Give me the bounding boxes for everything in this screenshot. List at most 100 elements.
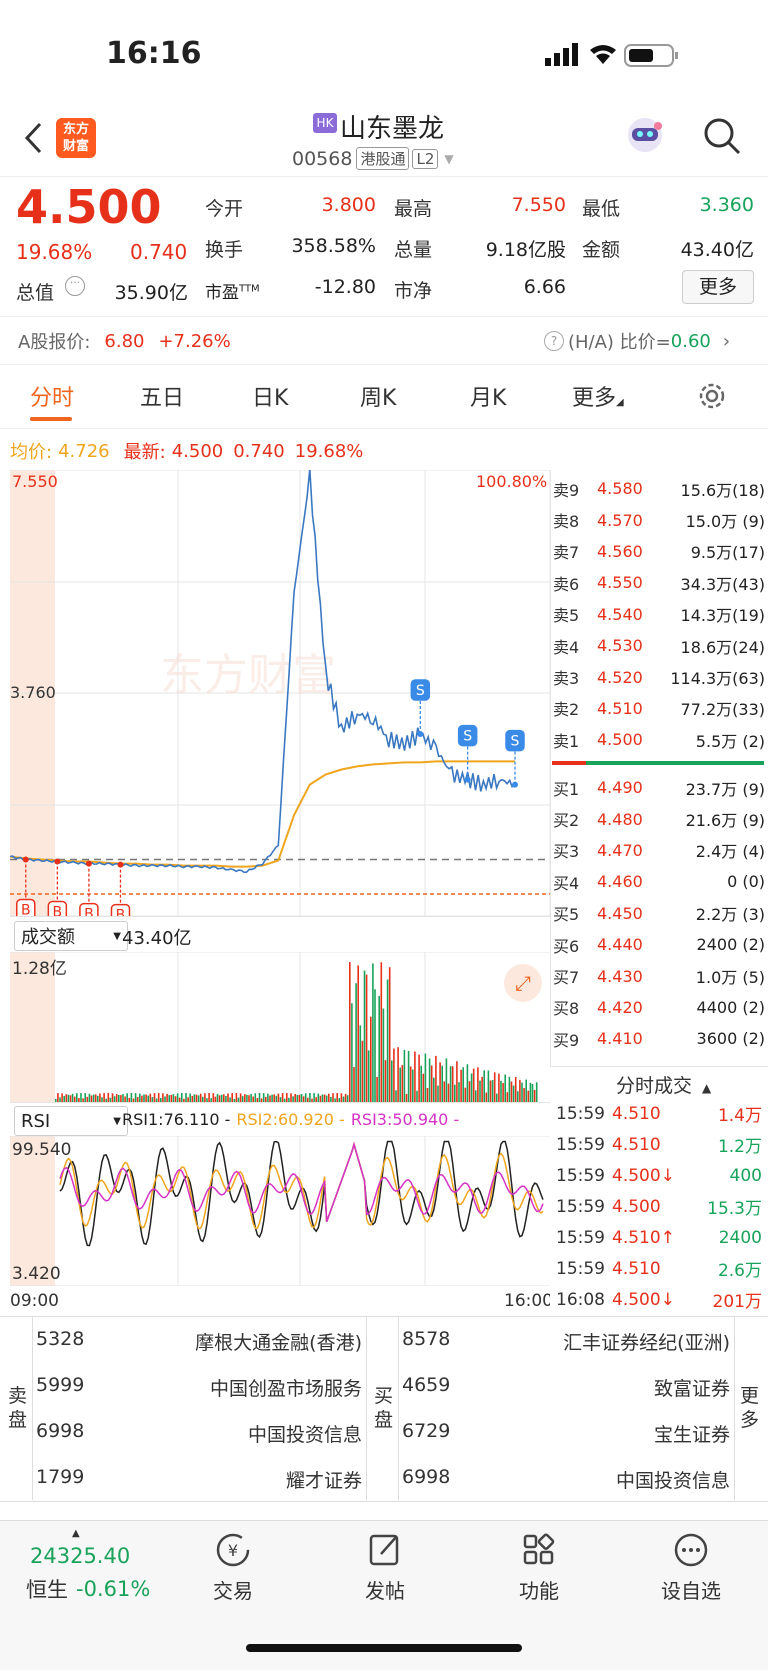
settings-gear-icon[interactable] [696,380,728,412]
broker-name[interactable]: 摩根大通金融(香港) [96,1328,362,1355]
tick-title[interactable]: 分时成交 ▲ [616,1071,711,1098]
ask-row[interactable]: 卖7 4.560 9.5万(17) [553,536,765,567]
volume-bar [395,1090,397,1102]
buy-marker[interactable]: B [110,861,131,916]
more-dots-icon[interactable]: ··· [65,276,85,296]
tab-intraday[interactable]: 分时 [30,380,74,412]
sell-marker[interactable]: S [505,729,525,788]
volume-bar [412,1069,414,1102]
volume-bar [367,1050,370,1102]
ask-row[interactable]: 卖4 4.530 18.6万(24) [553,630,765,661]
change-amount: 0.740 [130,240,188,264]
caret-down-icon: ▼ [113,930,121,942]
ask-row[interactable]: 卖6 4.550 34.3万(43) [553,567,765,598]
broker-name[interactable]: 汇丰证券经纪(亚洲) [462,1328,730,1355]
back-icon[interactable] [22,120,46,156]
ask-row[interactable]: 卖3 4.520 114.3万(63) [553,661,765,692]
volume-bar [304,1093,307,1102]
app-logo: 东方 财富 [56,118,96,158]
broker-code: 8578 [402,1328,451,1350]
nav-post[interactable]: 发帖 [340,1530,430,1604]
volume-bar [346,1095,349,1102]
stock-code-row[interactable]: 00568 港股通 L2 ▼ [292,147,454,170]
broker-name[interactable]: 致富证券 [462,1374,730,1401]
tab-monthly-k[interactable]: 月K [470,380,506,412]
volume-bar [115,1094,118,1102]
index-value[interactable]: 24325.40 [30,1544,130,1568]
ask-row[interactable]: 卖5 4.540 14.3万(19) [553,599,765,630]
bid-row[interactable]: 买4 4.460 0 (0) [553,866,765,897]
bid-price: 4.420 [597,997,643,1017]
buy-marker[interactable]: B [79,860,99,916]
volume-bar [273,1094,275,1102]
indicator-selector[interactable]: RSI ▼ [14,1106,128,1136]
ask-row[interactable]: 卖1 4.500 5.5万 (2) [553,724,765,755]
nav-trade[interactable]: ¥ 交易 [188,1530,278,1604]
tick-row: 15:59 4.510 1.2万 [556,1134,762,1158]
bid-row[interactable]: 买1 4.490 23.7万 (9) [553,772,765,803]
open-value: 3.800 [321,194,376,216]
volume-bar [69,1095,72,1102]
volume-bar [512,1085,515,1102]
volume-bar [84,1093,86,1102]
broker-name[interactable]: 中国投资信息 [96,1420,362,1447]
volume-bar [294,1094,296,1102]
sell-marker[interactable]: S [410,679,431,738]
volume-bar [193,1094,196,1102]
volume-bar [244,1094,246,1102]
pe-value: -12.80 [314,276,376,298]
bid-row[interactable]: 买7 4.430 1.0万 (5) [553,960,765,991]
more-button[interactable]: 更多 [682,270,754,304]
amount-value: 43.40亿 [680,239,754,261]
nav-function[interactable]: 功能 [494,1530,584,1604]
ask-volume: 18.6万(24) [680,637,765,657]
volume-bar [449,1066,452,1102]
search-icon[interactable] [702,116,742,156]
volume-bar [300,1094,303,1102]
divider [0,428,768,429]
broker-more-button[interactable]: 更 多 [740,1384,759,1432]
bid-row[interactable]: 买3 4.470 2.4万 (4) [553,835,765,866]
ask-row[interactable]: 卖9 4.580 15.6万(18) [553,473,765,504]
volume-bar [424,1053,427,1102]
volume-bar [527,1090,530,1102]
volume-bar [514,1077,517,1102]
bid-row[interactable]: 买9 4.410 3600 (2) [553,1023,765,1054]
volume-bar [235,1093,238,1102]
a-share-quote[interactable]: A股报价: 6.80 +7.26% [18,328,231,354]
ask-row[interactable]: 卖2 4.510 77.2万(33) [553,693,765,724]
bid-volume: 0 (0) [727,872,765,892]
broker-name[interactable]: 中国创盈市场服务 [96,1374,362,1401]
volume-bar [107,1093,110,1102]
volume-selector[interactable]: 成交额 ▼ [14,921,128,951]
broker-name[interactable]: 宝生证券 [462,1420,730,1447]
tab-five-day[interactable]: 五日 [140,380,184,412]
bid-row[interactable]: 买2 4.480 21.6万 (9) [553,803,765,834]
volume-bar [340,1093,343,1102]
ask-price: 4.580 [597,479,643,499]
volume-bar [199,1093,202,1102]
volume-bar [323,1094,326,1102]
volume-bar [523,1087,525,1102]
volume-bar [510,1081,513,1102]
ask-row[interactable]: 卖8 4.570 15.0万 (9) [553,504,765,535]
bid-row[interactable]: 买8 4.420 4400 (2) [553,992,765,1023]
nav-watchlist[interactable]: 设自选 [646,1530,736,1604]
broker-name[interactable]: 中国投资信息 [462,1466,730,1493]
ha-ratio[interactable]: ? (H/A) 比价= 0.60 › [544,328,730,354]
tab-daily-k[interactable]: 日K [252,380,288,412]
bid-row[interactable]: 买5 4.450 2.2万 (3) [553,898,765,929]
broker-name[interactable]: 耀才证券 [96,1466,362,1493]
turnover-value: 358.58% [291,235,376,257]
bid-row[interactable]: 买6 4.440 2400 (2) [553,929,765,960]
robot-assistant-icon[interactable] [624,114,666,156]
tab-weekly-k[interactable]: 周K [360,380,396,412]
tab-more[interactable]: 更多◢ [572,380,624,412]
volume-bar [353,1066,355,1102]
intraday-price-chart[interactable]: 东方财富 B B B B S S S [10,470,550,916]
volume-bar [349,962,351,1102]
index-change[interactable]: 恒生 -0.61% [26,1574,150,1604]
volume-bar [231,1093,233,1102]
expand-icon[interactable]: ⤢ [504,964,542,1002]
volume-bar [286,1093,288,1102]
